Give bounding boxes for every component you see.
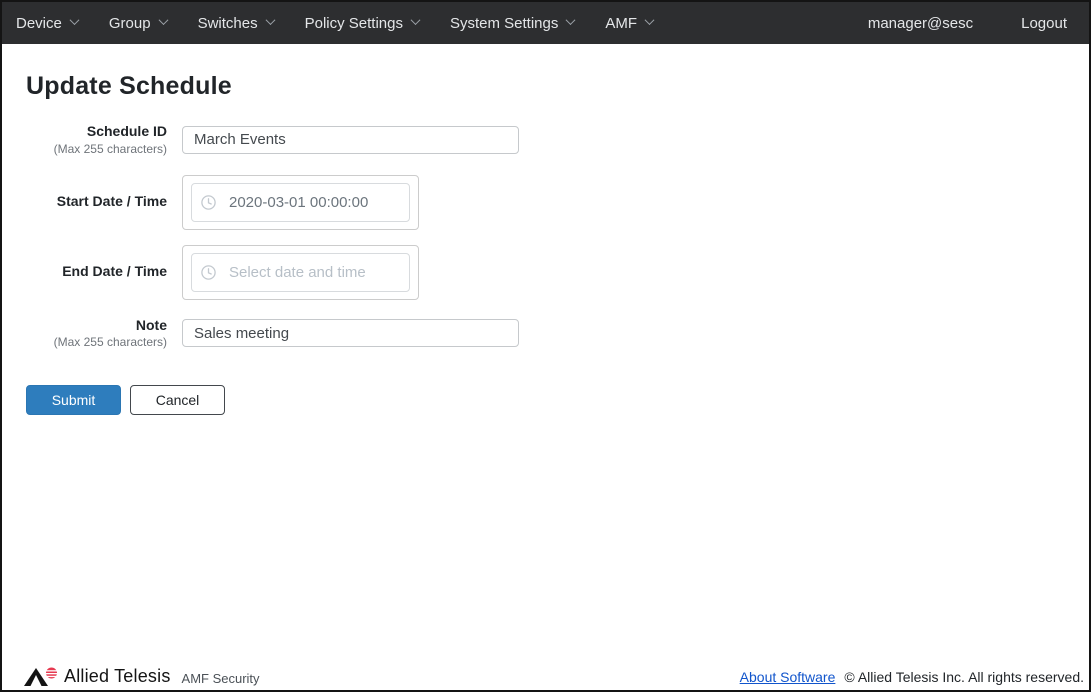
schedule-id-label-group: Schedule ID (Max 255 characters): [26, 123, 167, 157]
nav-item-label: Group: [109, 15, 151, 32]
page-title: Update Schedule: [26, 72, 1065, 101]
clock-icon: [201, 265, 216, 280]
chevron-down-icon: [158, 15, 168, 25]
note-input[interactable]: [182, 319, 519, 347]
page-footer: Allied Telesis AMF Security About Softwa…: [2, 664, 1089, 690]
schedule-id-hint: (Max 255 characters): [26, 142, 167, 157]
brand-name: Allied Telesis: [64, 667, 171, 687]
chevron-down-icon: [69, 15, 79, 25]
form-actions: Submit Cancel: [26, 385, 1065, 415]
nav-item-policy-settings[interactable]: Policy Settings: [305, 15, 419, 32]
nav-item-device[interactable]: Device: [16, 15, 78, 32]
form-row-note: Note (Max 255 characters): [26, 317, 1065, 351]
start-datetime-label-group: Start Date / Time: [26, 193, 167, 211]
product-name: AMF Security: [182, 671, 260, 687]
chevron-down-icon: [411, 15, 421, 25]
chevron-down-icon: [265, 15, 275, 25]
top-navbar: Device Group Switches Policy Settings Sy…: [2, 2, 1089, 44]
main-content: Update Schedule Schedule ID (Max 255 cha…: [2, 44, 1089, 664]
form-row-start-datetime: Start Date / Time 2020-03-01 00:00:00: [26, 175, 1065, 230]
chevron-down-icon: [645, 15, 655, 25]
note-label: Note: [26, 317, 167, 335]
nav-user-area: manager@sesc Logout: [868, 15, 1067, 32]
form-row-end-datetime: End Date / Time Select date and time: [26, 245, 1065, 300]
schedule-id-input[interactable]: [182, 126, 519, 154]
nav-item-switches[interactable]: Switches: [198, 15, 274, 32]
start-datetime-label: Start Date / Time: [26, 193, 167, 211]
nav-item-system-settings[interactable]: System Settings: [450, 15, 574, 32]
nav-item-amf[interactable]: AMF: [605, 15, 653, 32]
note-label-group: Note (Max 255 characters): [26, 317, 167, 351]
about-software-link[interactable]: About Software: [740, 669, 836, 685]
footer-brand-area: Allied Telesis AMF Security: [24, 666, 260, 687]
nav-item-label: Policy Settings: [305, 15, 403, 32]
chevron-down-icon: [566, 15, 576, 25]
nav-item-group[interactable]: Group: [109, 15, 167, 32]
end-datetime-placeholder: Select date and time: [229, 264, 366, 281]
start-datetime-value: 2020-03-01 00:00:00: [229, 194, 368, 211]
clock-icon: [201, 195, 216, 210]
form-row-schedule-id: Schedule ID (Max 255 characters): [26, 123, 1065, 157]
nav-item-label: AMF: [605, 15, 637, 32]
nav-item-label: Device: [16, 15, 62, 32]
footer-legal-area: About Software © Allied Telesis Inc. All…: [740, 669, 1084, 687]
end-datetime-label: End Date / Time: [26, 263, 167, 281]
allied-telesis-logo-mark: [24, 666, 58, 687]
cancel-button[interactable]: Cancel: [130, 385, 225, 415]
end-datetime-input[interactable]: Select date and time: [191, 253, 410, 292]
schedule-id-label: Schedule ID: [26, 123, 167, 141]
allied-telesis-logo: Allied Telesis: [24, 666, 171, 687]
end-datetime-widget: Select date and time: [182, 245, 419, 300]
start-datetime-widget: 2020-03-01 00:00:00: [182, 175, 419, 230]
copyright-text: © Allied Telesis Inc. All rights reserve…: [844, 669, 1084, 685]
logout-button[interactable]: Logout: [1021, 15, 1067, 32]
user-account-label: manager@sesc: [868, 15, 973, 32]
note-hint: (Max 255 characters): [26, 335, 167, 350]
nav-item-label: Switches: [198, 15, 258, 32]
start-datetime-input[interactable]: 2020-03-01 00:00:00: [191, 183, 410, 222]
nav-item-label: System Settings: [450, 15, 558, 32]
end-datetime-label-group: End Date / Time: [26, 263, 167, 281]
nav-menu: Device Group Switches Policy Settings Sy…: [16, 15, 684, 32]
submit-button[interactable]: Submit: [26, 385, 121, 415]
